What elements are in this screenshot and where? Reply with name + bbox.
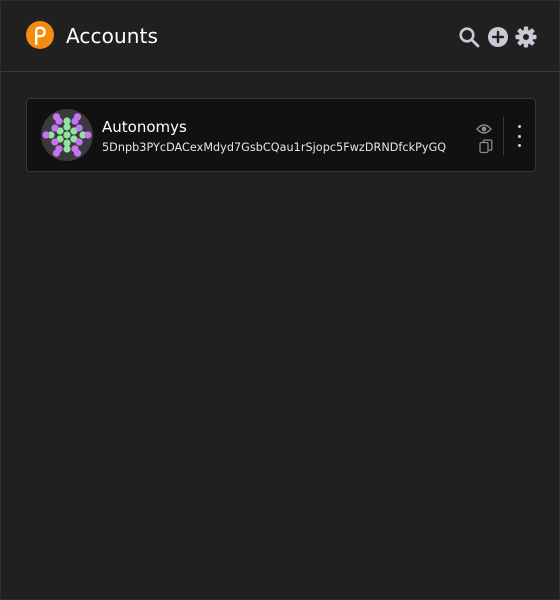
identicon-dot xyxy=(75,138,83,146)
identicon-dot xyxy=(73,113,82,121)
page-title: Accounts xyxy=(66,24,158,48)
menu-dot xyxy=(517,125,521,128)
menu-dot xyxy=(517,134,521,138)
identicon-dot xyxy=(52,149,61,157)
account-card[interactable]: Autonomys 5Dnpb3PYcDACexMdyd7GsbCQau1rSj… xyxy=(26,98,536,172)
add-account-button[interactable] xyxy=(487,26,509,48)
account-address: 5Dnpb3PYcDACexMdyd7GsbCQau1rSjopc5FwzDRN… xyxy=(102,141,447,154)
identicon-dot xyxy=(52,113,61,121)
polkadot-logo-icon xyxy=(26,21,54,49)
search-button[interactable] xyxy=(458,26,480,48)
identicon-dot xyxy=(51,138,59,146)
menu-dot xyxy=(517,144,521,147)
extension-window: Accounts Autonomys 5Dnpb3PYcDACexMdyd7Gs… xyxy=(0,0,560,600)
identicon-dot xyxy=(73,149,82,157)
identicon-dot xyxy=(63,145,71,153)
copy-icon[interactable] xyxy=(479,139,493,154)
plus-circle-icon xyxy=(488,27,508,47)
card-divider xyxy=(503,117,504,155)
search-icon xyxy=(459,27,480,48)
identicon-dot xyxy=(63,117,71,125)
eye-icon[interactable] xyxy=(476,121,492,135)
identicon-dot xyxy=(51,124,59,132)
header: Accounts xyxy=(1,1,560,72)
identicon-dot xyxy=(63,131,71,139)
account-name: Autonomys xyxy=(102,118,187,136)
settings-button[interactable] xyxy=(515,26,537,48)
identicon-avatar[interactable] xyxy=(41,109,93,161)
identicon-dot xyxy=(42,131,50,139)
gear-icon xyxy=(515,26,537,48)
more-vertical-icon[interactable] xyxy=(511,123,527,149)
identicon-dot xyxy=(75,124,83,132)
identicon-dot xyxy=(84,131,92,139)
